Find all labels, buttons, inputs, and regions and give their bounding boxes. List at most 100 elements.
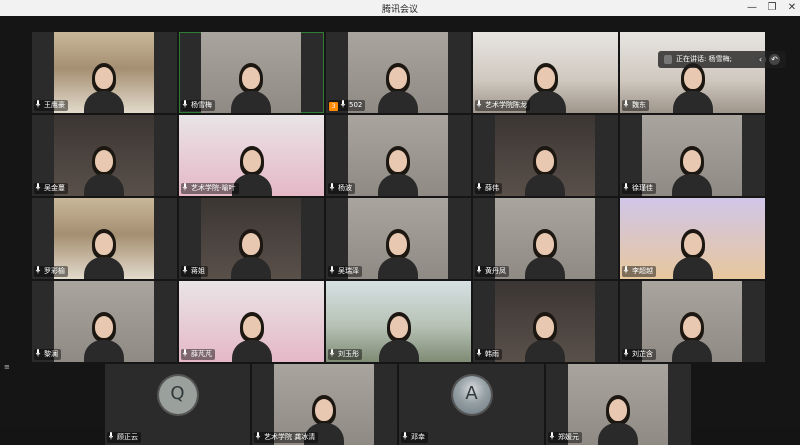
participant-name: 魏东 (632, 101, 646, 109)
participant-tile[interactable]: 黎澜 (32, 281, 177, 362)
participant-tile[interactable]: 艺术学院-喻叶 (179, 115, 324, 196)
participant-tile[interactable]: 吴瑞泽 (326, 198, 471, 279)
participant-name-bar: 3 502 (328, 100, 366, 111)
participant-name-bar: 杨波 (328, 183, 355, 194)
participant-name-bar: 魏东 (622, 100, 649, 111)
participant-tile[interactable]: 刘玉彤 (326, 281, 471, 362)
participant-name-bar: 罗彩榆 (34, 266, 68, 277)
participant-tile[interactable]: 韩雨 (473, 281, 618, 362)
participant-figure (525, 144, 565, 196)
participant-tile[interactable]: 李超越 (620, 198, 765, 279)
microphone-icon (255, 432, 261, 440)
participant-video (201, 198, 301, 279)
participant-name-bar: 艺术学院陈龙 (475, 100, 530, 111)
participant-name: 杨波 (338, 184, 352, 192)
window-title: 腾讯会议 (381, 5, 418, 15)
participant-figure (378, 310, 419, 362)
participant-figure (598, 393, 638, 445)
participant-tile[interactable]: 罗彩榆 (32, 198, 177, 279)
participant-video (54, 281, 154, 362)
participant-tile[interactable]: 魏东 (620, 32, 765, 113)
participant-tile[interactable]: 吴金蔓 (32, 115, 177, 196)
participant-tile[interactable]: 薛伟 (473, 115, 618, 196)
participant-name: 邓幸 (411, 433, 425, 441)
current-speaker-panel: 正在讲话: 杨雪梅; ‹ ↶ (658, 51, 786, 68)
participant-video (568, 364, 668, 445)
participant-figure (525, 61, 566, 113)
minimize-button[interactable]: — (742, 0, 762, 16)
participant-tile[interactable]: 艺术学院 龚冰清 (252, 364, 397, 445)
microphone-icon (35, 266, 41, 274)
panel-refresh-button[interactable]: ↶ (769, 54, 780, 65)
microphone-icon (35, 349, 41, 357)
participant-tile[interactable]: 3 502 (326, 32, 471, 113)
participant-video (642, 281, 742, 362)
participant-tile[interactable]: 蒋姐 (179, 198, 324, 279)
participant-name: 韩雨 (485, 350, 499, 358)
participant-name-bar: 吴金蔓 (34, 183, 68, 194)
participant-video (348, 115, 448, 196)
panel-collapse-button[interactable]: ‹ (755, 54, 766, 65)
participant-name-bar: 薛芃芃 (181, 349, 215, 360)
participant-avatar: Q (158, 376, 197, 414)
side-menu-icon[interactable]: ≡ (4, 364, 14, 376)
close-button[interactable]: ✕ (782, 0, 800, 16)
microphone-icon (476, 100, 482, 108)
microphone-icon (329, 266, 335, 274)
participant-figure (525, 310, 565, 362)
participant-name: 艺术学院-喻叶 (191, 184, 236, 192)
participant-name-bar: 杨雪梅 (181, 100, 215, 111)
participant-tile[interactable]: 徐瑾佳 (620, 115, 765, 196)
participant-name-bar: 顾正云 (107, 432, 141, 443)
participant-video (201, 32, 301, 113)
participant-figure (525, 227, 565, 279)
microphone-icon (182, 266, 188, 274)
participant-name: 蒋姐 (191, 267, 205, 275)
restore-button[interactable]: ❐ (762, 0, 782, 16)
participant-name: 吴瑞泽 (338, 267, 359, 275)
microphone-icon (476, 266, 482, 274)
participant-name: 罗彩榆 (44, 267, 65, 275)
participant-name: 黄丹凤 (485, 267, 506, 275)
participant-tile[interactable]: 王鹰豪 (32, 32, 177, 113)
participant-tile[interactable]: 薛芃芃 (179, 281, 324, 362)
participant-video (495, 198, 595, 279)
participant-name-bar: 刘玉彤 (328, 349, 362, 360)
participant-name: 艺术学院 龚冰清 (264, 433, 316, 441)
participant-name: 顾正云 (117, 433, 138, 441)
participant-figure (231, 227, 271, 279)
participant-tile[interactable]: 艺术学院陈龙 (473, 32, 618, 113)
participant-name: 李超越 (632, 267, 653, 275)
participant-name-bar: 蒋姐 (181, 266, 208, 277)
title-bar: 腾讯会议 — ❐ ✕ (0, 0, 800, 17)
participant-tile[interactable]: 杨波 (326, 115, 471, 196)
participant-tile[interactable]: 黄丹凤 (473, 198, 618, 279)
microphone-icon (182, 349, 188, 357)
participant-figure (378, 144, 418, 196)
participant-figure (84, 227, 124, 279)
participant-video (642, 115, 742, 196)
participant-name-bar: 艺术学院-喻叶 (181, 183, 239, 194)
participant-tile[interactable]: Q 顾正云 (105, 364, 250, 445)
participant-name: 502 (349, 101, 363, 109)
participant-video (54, 115, 154, 196)
participant-name-bar: 王鹰豪 (34, 100, 68, 111)
participant-name-bar: 黎澜 (34, 349, 61, 360)
participant-figure (672, 144, 712, 196)
participant-name: 杨雪梅 (191, 101, 212, 109)
participant-name: 徐瑾佳 (632, 184, 653, 192)
participant-tile[interactable]: A 邓幸 (399, 364, 544, 445)
meeting-stage: 王鹰豪 杨雪梅 3 502 艺术学院陈龙 魏东吴金蔓 艺术学院-喻叶 杨波 薛伟 徐瑾佳罗彩榆 蒋姐… (0, 16, 800, 445)
participant-figure (672, 310, 712, 362)
participant-tile[interactable]: 刘芷含 (620, 281, 765, 362)
participant-name-bar: 李超越 (622, 266, 656, 277)
microphone-icon (35, 183, 41, 191)
participant-tile[interactable]: 杨雪梅 (179, 32, 324, 113)
microphone-icon (623, 183, 629, 191)
avatar-glyph: A (465, 383, 478, 404)
participant-figure (84, 310, 124, 362)
participant-name-bar: 徐瑾佳 (622, 183, 656, 194)
participant-tile[interactable]: 郑媛元 (546, 364, 691, 445)
microphone-icon (623, 349, 629, 357)
participant-video (54, 32, 154, 113)
